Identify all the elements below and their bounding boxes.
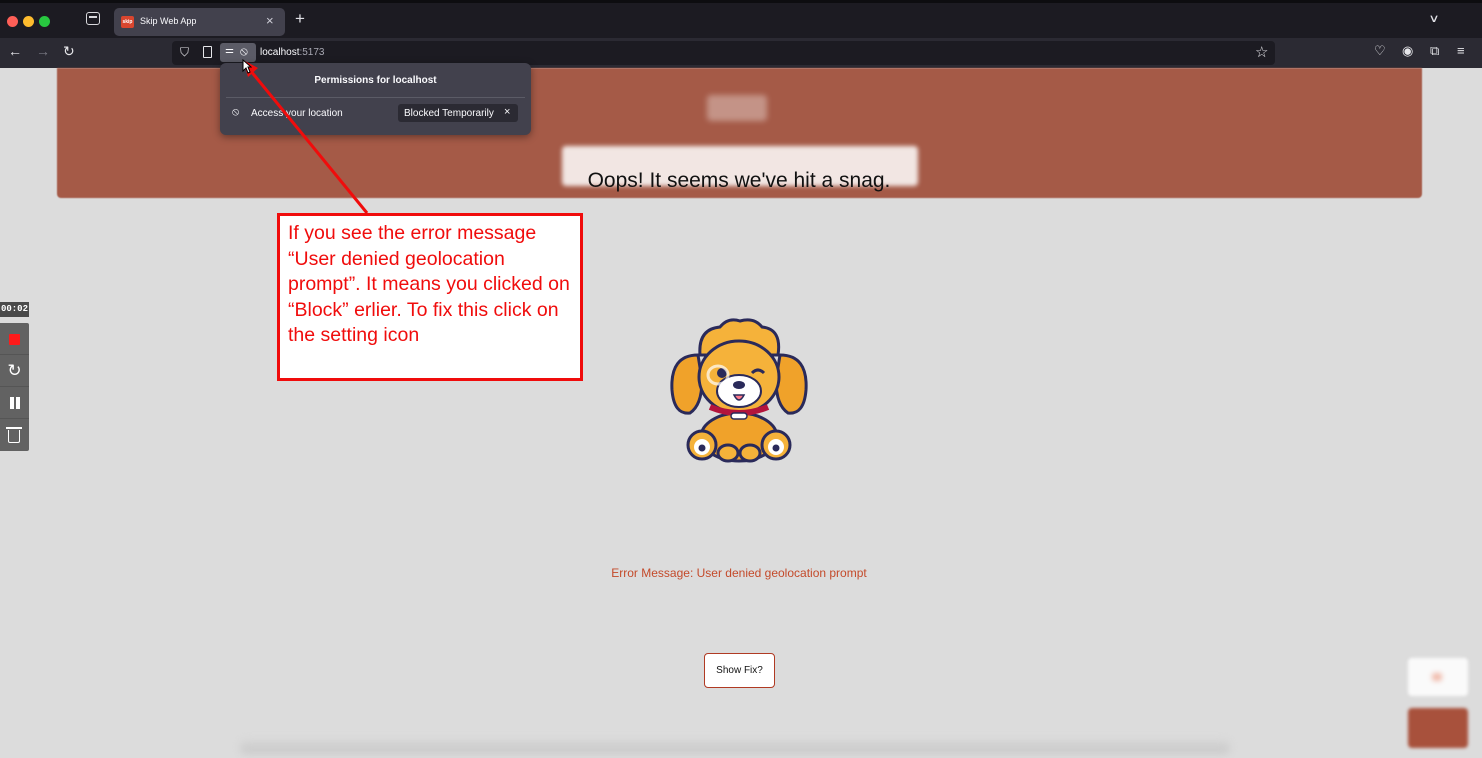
url-host: localhost bbox=[260, 47, 300, 58]
error-message: Error Message: User denied geolocation p… bbox=[611, 566, 867, 580]
new-tab-icon[interactable]: + bbox=[295, 9, 305, 29]
tab-skip-web-app[interactable]: skip Skip Web App × bbox=[114, 8, 285, 36]
recording-timer: 00:02 bbox=[0, 302, 29, 317]
zoom-window-button[interactable] bbox=[39, 16, 50, 27]
location-blocked-icon: ⦸ bbox=[240, 44, 248, 58]
annotation-callout: If you see the error message “User denie… bbox=[277, 213, 583, 381]
browser-window: skip Skip Web App × + ∨ ← → ↻ ⛉ ⚌ ⦸ loca… bbox=[0, 0, 1482, 758]
location-blocked-icon: ⦸ bbox=[232, 106, 240, 118]
page-icon[interactable] bbox=[203, 46, 212, 58]
stop-recording-icon[interactable] bbox=[0, 323, 29, 355]
tab-title: Skip Web App bbox=[140, 16, 197, 26]
chevron-down-icon[interactable]: ∨ bbox=[1428, 12, 1439, 25]
annotation-text: If you see the error message “User denie… bbox=[288, 222, 570, 346]
tab-bar: skip Skip Web App × + ∨ bbox=[0, 0, 1482, 38]
permission-label: Access your location bbox=[251, 108, 343, 119]
footer-shadow bbox=[240, 740, 1230, 754]
page-title: Oops! It seems we've hit a snag. bbox=[587, 169, 891, 192]
account-icon[interactable]: ◉ bbox=[1402, 43, 1413, 59]
arrow-right-icon[interactable]: → bbox=[36, 43, 50, 59]
url-text: localhost:5173 bbox=[260, 47, 325, 58]
recorder-toolbar: ↻ bbox=[0, 323, 29, 451]
url-port: :5173 bbox=[299, 47, 325, 58]
arrow-left-icon[interactable]: ← bbox=[8, 43, 22, 59]
permissions-popup: Permissions for localhost ⦸ Access your … bbox=[220, 63, 531, 135]
address-bar[interactable]: ⛉ ⚌ ⦸ localhost:5173 ☆ bbox=[172, 41, 1275, 65]
trash-icon[interactable] bbox=[0, 419, 29, 451]
permission-status-text: Blocked Temporarily bbox=[404, 108, 494, 119]
minimize-window-button[interactable] bbox=[23, 16, 34, 27]
tab-manager-icon[interactable] bbox=[86, 12, 100, 25]
favicon-icon: skip bbox=[121, 16, 134, 28]
restart-icon[interactable]: ↻ bbox=[0, 355, 29, 387]
mouse-cursor bbox=[242, 59, 252, 74]
shield-icon[interactable]: ⛉ bbox=[180, 45, 189, 60]
pause-icon[interactable] bbox=[0, 387, 29, 419]
floating-widget[interactable] bbox=[1408, 658, 1468, 696]
pocket-icon[interactable]: ♡ bbox=[1374, 43, 1386, 59]
divider bbox=[226, 97, 525, 98]
hamburger-menu-icon[interactable]: ≡ bbox=[1457, 43, 1465, 58]
clear-permission-icon[interactable]: × bbox=[504, 106, 510, 118]
logo bbox=[707, 95, 767, 121]
floating-action-button[interactable] bbox=[1408, 708, 1468, 748]
close-tab-icon[interactable]: × bbox=[266, 13, 274, 28]
settings-icon: ⚌ bbox=[225, 45, 234, 56]
reload-icon[interactable]: ↻ bbox=[63, 43, 75, 60]
close-window-button[interactable] bbox=[7, 16, 18, 27]
permission-status-badge: Blocked Temporarily × bbox=[398, 104, 518, 122]
puzzle-icon[interactable]: ⧉ bbox=[1430, 43, 1439, 59]
star-icon[interactable]: ☆ bbox=[1255, 43, 1268, 61]
puppy-illustration bbox=[670, 318, 808, 463]
show-fix-button[interactable]: Show Fix? bbox=[704, 653, 775, 688]
popup-title: Permissions for localhost bbox=[314, 75, 437, 86]
